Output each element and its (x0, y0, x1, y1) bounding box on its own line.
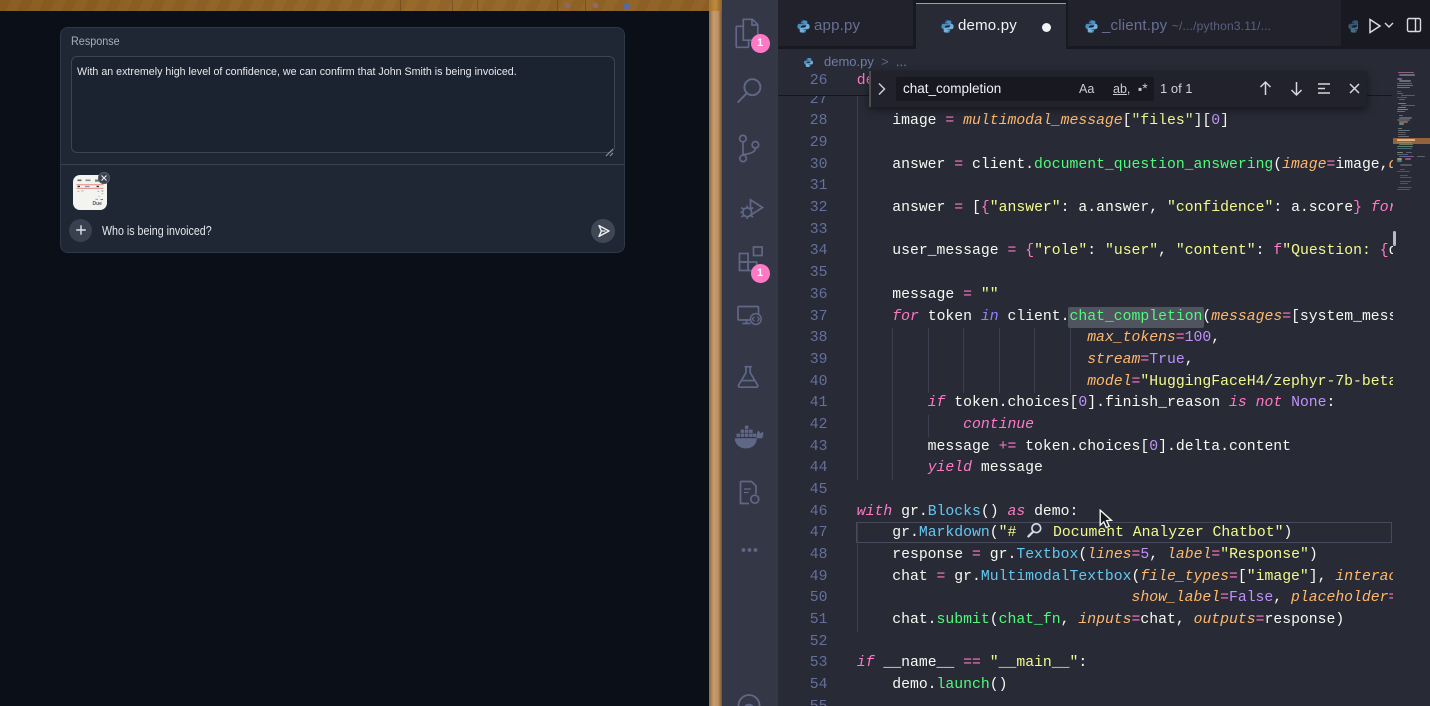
svg-text:Due: Due (93, 201, 103, 207)
